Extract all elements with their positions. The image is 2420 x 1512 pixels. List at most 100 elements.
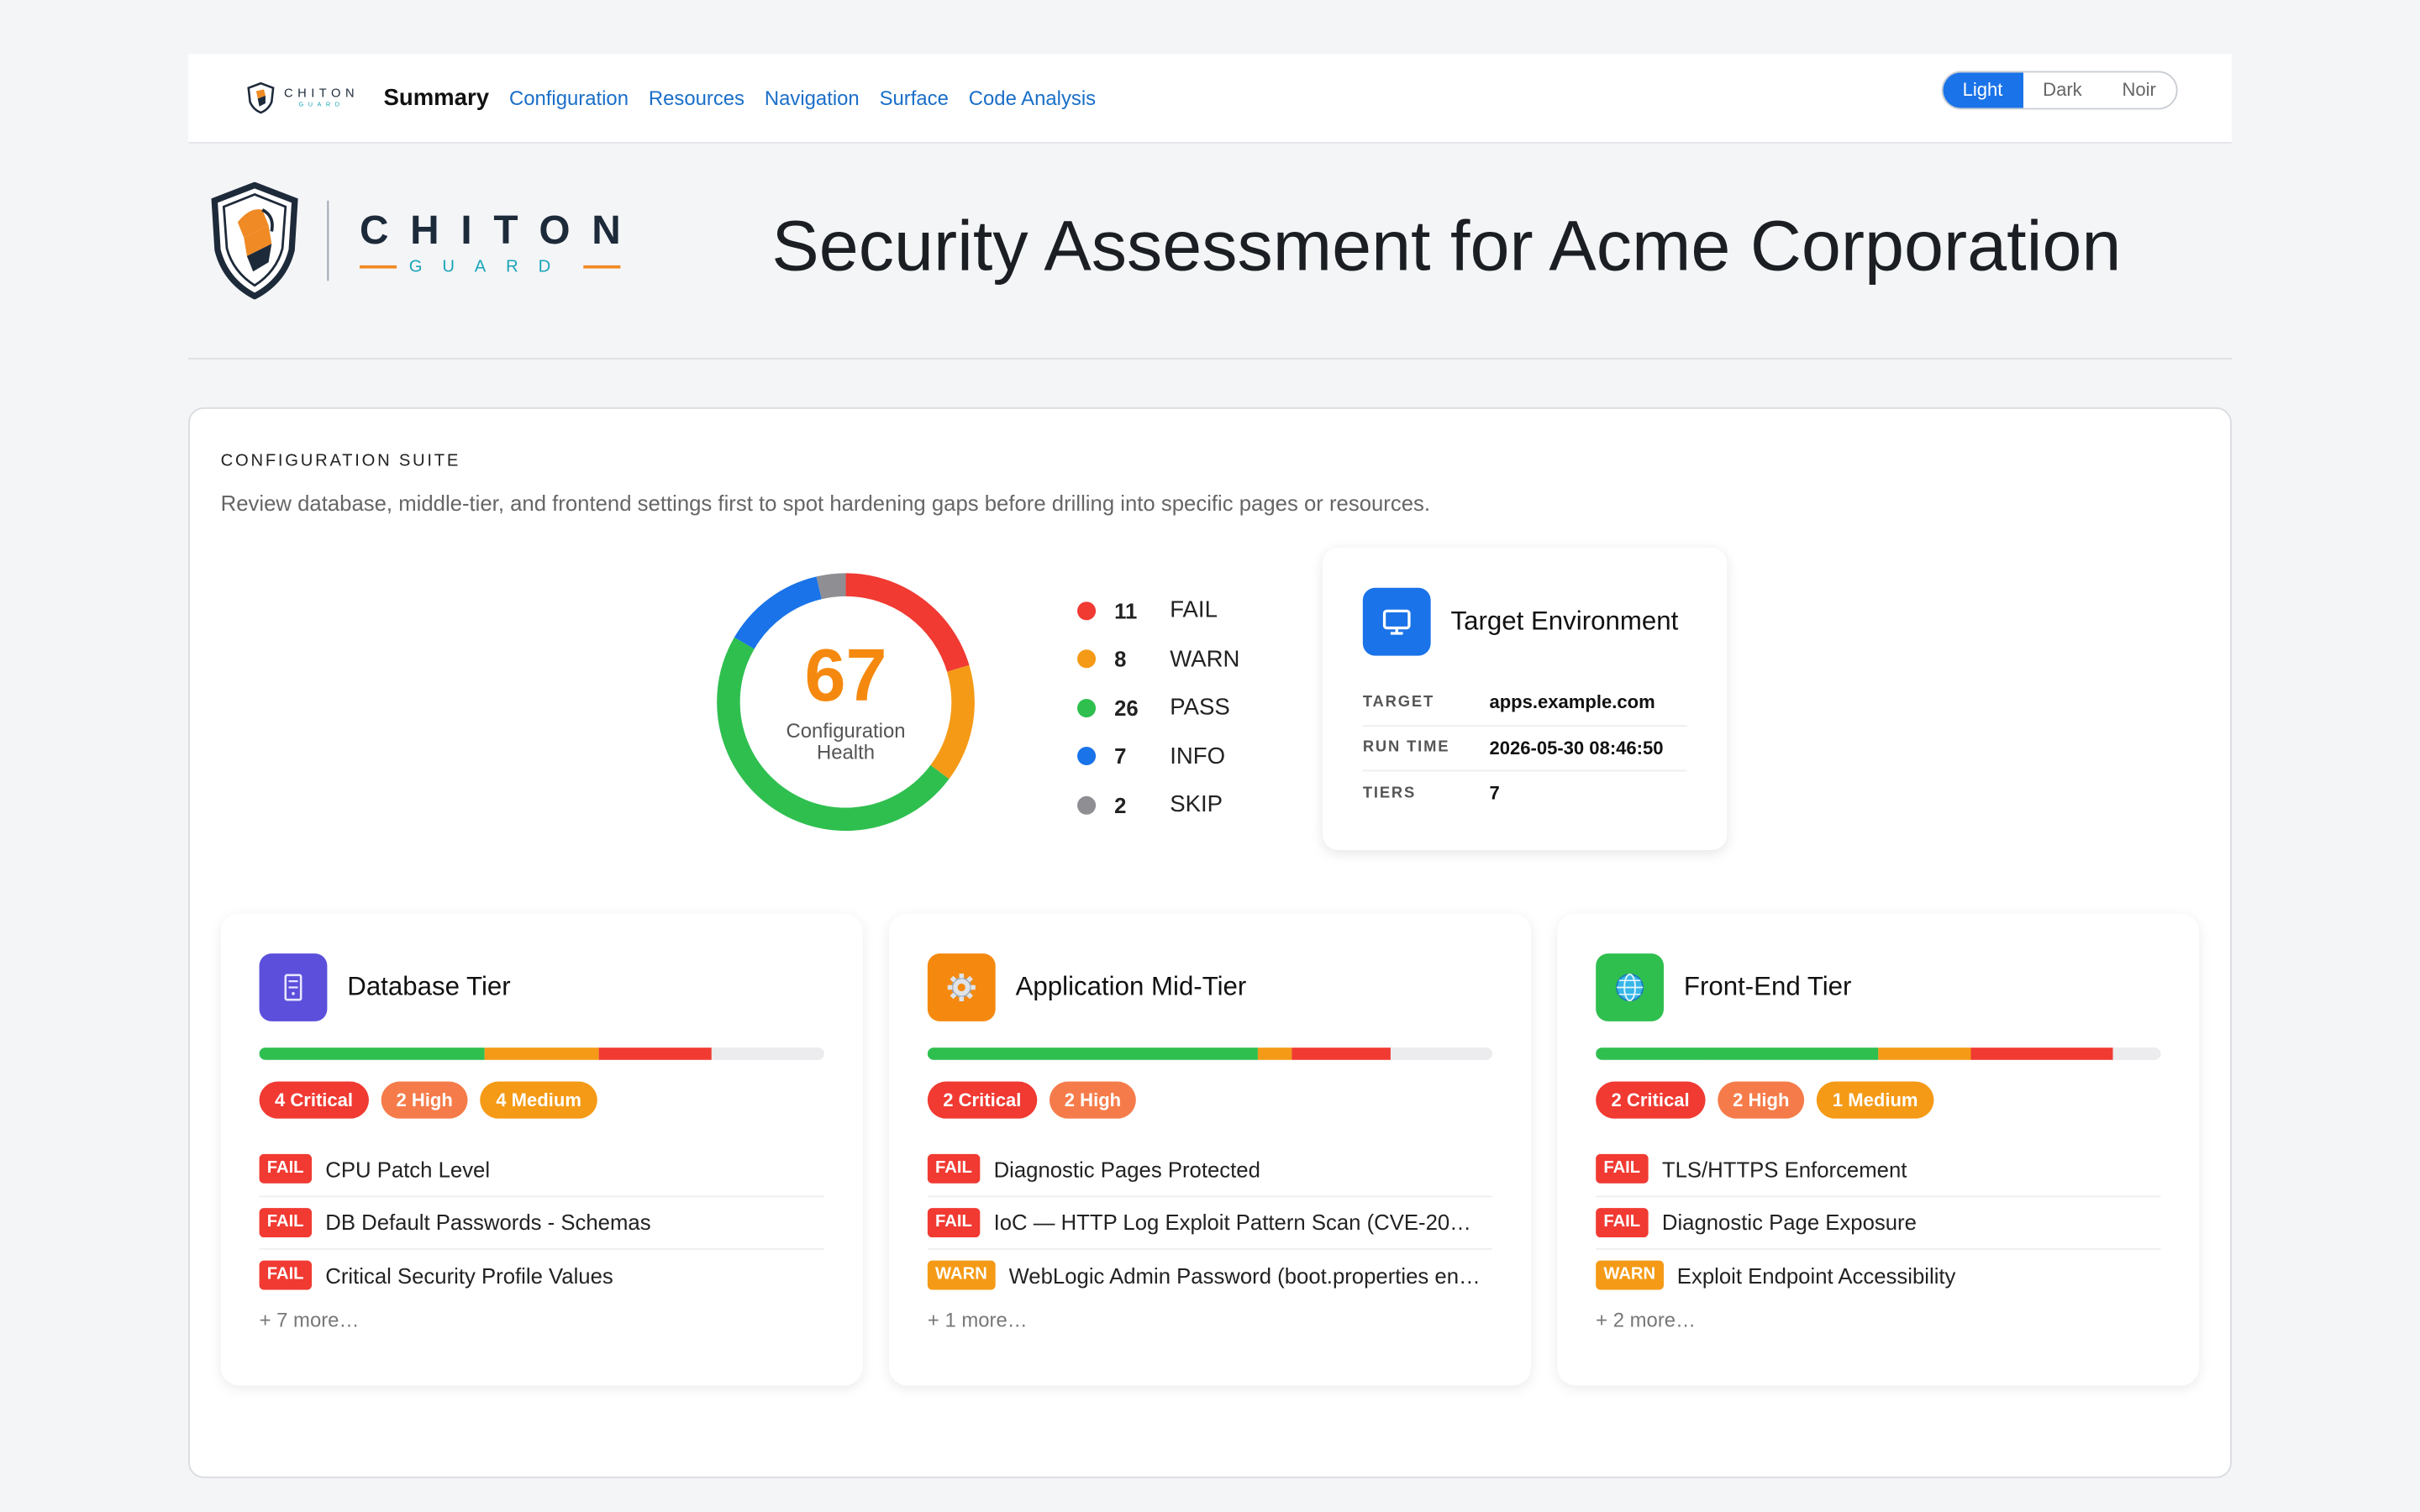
hero-brand-main: CHITON (359, 206, 643, 253)
legend-item-info: 7 INFO (1077, 732, 1239, 781)
severity-badge-crit[interactable]: 2 Critical (927, 1081, 1037, 1119)
tier-bar-warn (485, 1047, 598, 1060)
finding-status-tag: FAIL (927, 1207, 981, 1237)
severity-badge-crit[interactable]: 4 Critical (259, 1081, 369, 1119)
env-title: Target Environment (1450, 606, 1679, 636)
severity-badge-med[interactable]: 4 Medium (480, 1081, 597, 1119)
legend-name: FAIL (1170, 597, 1218, 624)
env-row-run-time: RUN TIME 2026-05-30 08:46:50 (1362, 726, 1687, 772)
more-findings-link[interactable]: + 2 more… (1596, 1309, 1696, 1332)
nav-link-resources[interactable]: Resources (649, 87, 744, 110)
legend-item-skip: 2 SKIP (1077, 780, 1239, 829)
nav-link-surface[interactable]: Surface (880, 87, 949, 110)
gear-icon (927, 953, 996, 1021)
env-row-tiers: TIERS 7 (1363, 771, 1687, 815)
finding-row[interactable]: WARN WebLogic Admin Password (boot.proper… (927, 1250, 1492, 1302)
top-navbar: CHITON GUARD Summary Configuration Resou… (188, 54, 2232, 144)
tier-bar-warn (1258, 1047, 1292, 1060)
theme-dark-button[interactable]: Dark (2023, 72, 2102, 108)
nav-link-navigation[interactable]: Navigation (765, 87, 860, 110)
severity-badge-crit[interactable]: 2 Critical (1596, 1081, 1706, 1119)
finding-row[interactable]: FAIL IoC — HTTP Log Exploit Pattern Scan … (927, 1196, 1493, 1250)
finding-status-tag: FAIL (259, 1207, 312, 1237)
tier-bar-pass (259, 1047, 486, 1060)
status-legend: 11 FAIL 8 WARN 26 PASS 7 INFO 2 SKIP (1077, 586, 1239, 829)
severity-badge-high[interactable]: 2 High (1049, 1081, 1137, 1119)
legend-item-warn: 8 WARN (1077, 635, 1239, 684)
legend-count: 8 (1114, 647, 1127, 672)
tier-title: Application Mid-Tier (1015, 972, 1247, 1002)
env-value: 2026-05-30 08:46:50 (1489, 737, 1664, 759)
legend-item-pass: 26 PASS (1077, 684, 1239, 732)
theme-light-button[interactable]: Light (1942, 72, 2023, 108)
nav-summary[interactable]: Summary (383, 85, 489, 111)
legend-count: 2 (1114, 792, 1127, 818)
env-row-target: TARGET apps.example.com (1362, 680, 1687, 727)
env-key: TIERS (1362, 785, 1417, 802)
finding-status-tag: WARN (1596, 1261, 1664, 1290)
suite-description: Review database, middle-tier, and fronte… (220, 491, 1431, 516)
hero-logo-divider (327, 200, 329, 281)
severity-badge-high[interactable]: 2 High (381, 1081, 469, 1119)
legend-count: 26 (1114, 695, 1139, 721)
env-value: apps.example.com (1489, 691, 1655, 714)
finding-title: Exploit Endpoint Accessibility (1676, 1263, 1956, 1289)
finding-title: Critical Security Profile Values (325, 1263, 613, 1289)
finding-row[interactable]: FAIL Diagnostic Pages Protected (927, 1143, 1493, 1197)
tier-bar-fail (1292, 1047, 1392, 1060)
finding-status-tag: FAIL (259, 1154, 312, 1184)
finding-status-tag: FAIL (259, 1261, 312, 1290)
finding-title: TLS/HTTPS Enforcement (1661, 1157, 1907, 1182)
finding-title: CPU Patch Level (325, 1157, 491, 1182)
tier-bar-pass (1596, 1047, 1879, 1060)
tier-card-application-mid-tier[interactable]: Application Mid-Tier 2 Critical 2 High FAIL… (888, 913, 1532, 1386)
nav-link-configuration[interactable]: Configuration (509, 87, 629, 110)
theme-noir-button[interactable]: Noir (2102, 72, 2176, 108)
legend-name: INFO (1170, 743, 1226, 770)
severity-badge-med[interactable]: 1 Medium (1817, 1081, 1933, 1119)
finding-row[interactable]: FAIL Critical Security Profile Values (259, 1250, 824, 1302)
finding-status-tag: WARN (927, 1261, 995, 1290)
finding-row[interactable]: FAIL TLS/HTTPS Enforcement (1596, 1143, 2161, 1197)
tier-bar-warn (1878, 1047, 1972, 1060)
tier-progress-bar (1596, 1047, 2161, 1060)
severity-badge-high[interactable]: 2 High (1717, 1081, 1805, 1119)
nav-links: Summary Configuration Resources Navigati… (383, 85, 1096, 111)
finding-row[interactable]: FAIL Diagnostic Page Exposure (1596, 1196, 2161, 1250)
legend-name: WARN (1170, 646, 1240, 673)
finding-status-tag: FAIL (1596, 1154, 1649, 1184)
legend-dot (1077, 601, 1097, 620)
tier-progress-bar (927, 1047, 1493, 1060)
env-key: TARGET (1362, 694, 1435, 711)
more-findings-link[interactable]: + 1 more… (928, 1309, 1028, 1332)
severity-badges: 2 Critical 2 High (927, 1081, 1137, 1119)
findings-list: FAIL CPU Patch Level FAIL DB Default Passwo… (259, 1143, 824, 1302)
legend-dot (1077, 747, 1097, 766)
nav-logo[interactable]: CHITON GUARD (247, 81, 359, 114)
tier-bar-fail (597, 1047, 712, 1060)
finding-row[interactable]: FAIL CPU Patch Level (259, 1143, 824, 1197)
legend-count: 11 (1114, 598, 1138, 623)
configuration-suite-card: CONFIGURATION SUITE Review database, mid… (188, 407, 2232, 1478)
shield-logo-icon (247, 81, 275, 114)
health-score: 67 (804, 635, 887, 718)
legend-dot (1077, 698, 1097, 717)
theme-toggle: Light Dark Noir (1940, 71, 2178, 110)
severity-badges: 2 Critical 2 High 1 Medium (1596, 1081, 1933, 1119)
tier-card-front-end-tier[interactable]: Front-End Tier 2 Critical 2 High 1 Medium FA… (1557, 913, 2200, 1386)
hero-logo: CHITON GUARD (210, 181, 643, 300)
tier-card-database-tier[interactable]: Database Tier 4 Critical 2 High 4 Medium FAI… (220, 913, 863, 1386)
more-findings-link[interactable]: + 7 more… (260, 1309, 360, 1332)
legend-name: PASS (1170, 694, 1230, 722)
finding-row[interactable]: WARN Exploit Endpoint Accessibility (1596, 1250, 2160, 1302)
severity-badges: 4 Critical 2 High 4 Medium (259, 1081, 597, 1119)
monitor-icon (1362, 587, 1431, 656)
finding-title: WebLogic Admin Password (boot.properties… (1008, 1263, 1481, 1289)
tier-title: Front-End Tier (1683, 972, 1852, 1002)
finding-title: DB Default Passwords - Schemas (325, 1210, 651, 1235)
tier-progress-bar (259, 1047, 824, 1060)
nav-link-code-analysis[interactable]: Code Analysis (969, 87, 1096, 110)
nav-logo-sub: GUARD (298, 100, 345, 108)
hero-header: CHITON GUARD Security Assessment for Acm… (188, 142, 2232, 360)
finding-row[interactable]: FAIL DB Default Passwords - Schemas (259, 1196, 824, 1250)
